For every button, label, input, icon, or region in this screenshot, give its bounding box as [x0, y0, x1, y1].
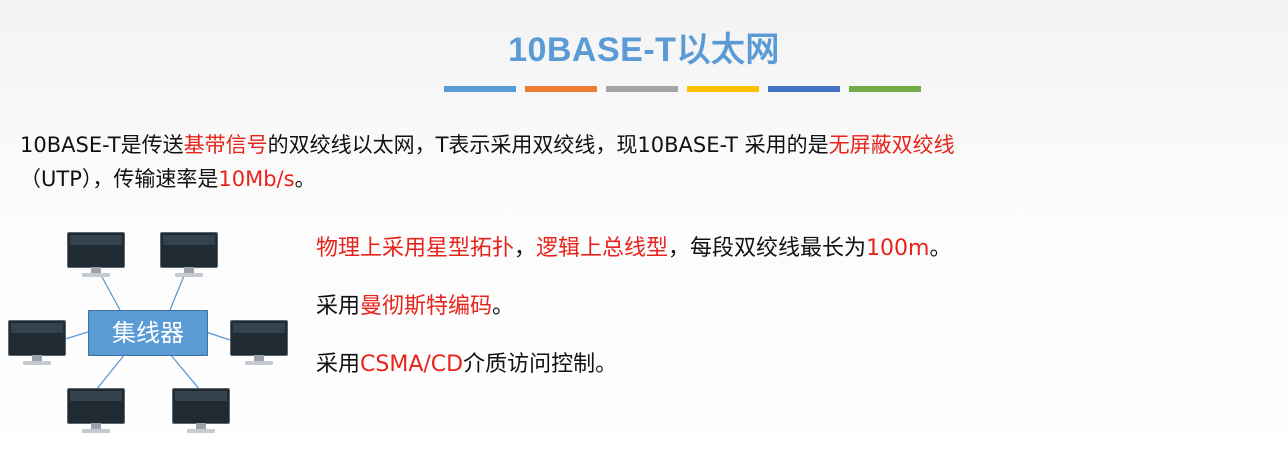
hub-box: 集线器 [88, 310, 208, 356]
feature-list: 物理上采用星型拓扑，逻辑上总线型，每段双绞线最长为100m。 采用曼彻斯特编码。… [316, 232, 952, 406]
feature-highlight: 曼彻斯特编码 [360, 294, 493, 319]
slide-title-prefix: 10BASE-T [508, 31, 677, 69]
computer-icon [160, 232, 218, 278]
intro-highlight: 无屏蔽双绞线 [828, 133, 955, 157]
computer-icon [172, 388, 230, 434]
feature-text: ，每段双绞线最长为 [668, 236, 867, 261]
accent-bar [444, 86, 516, 92]
feature-text: 。 [929, 236, 952, 261]
slide-title-suffix: 以太网 [676, 30, 780, 70]
feature-item: 采用CSMA/CD介质访问控制。 [316, 348, 952, 406]
intro-paragraph: 10BASE-T是传送基带信号的双绞线以太网，T表示采用双绞线，现10BASE-… [20, 128, 1280, 196]
feature-item: 采用曼彻斯特编码。 [316, 290, 952, 348]
feature-highlight: CSMA/CD [360, 352, 464, 377]
feature-text: ， [514, 236, 537, 261]
computer-icon [67, 232, 125, 278]
accent-bar [849, 86, 921, 92]
feature-highlight: 物理上采用星型拓扑 [316, 236, 515, 261]
slide-title: 10BASE-T以太网 [0, 22, 1288, 71]
feature-text: 采用 [316, 352, 361, 377]
feature-text: 介质访问控制。 [463, 352, 618, 377]
feature-highlight: 100m [866, 236, 930, 261]
accent-bar [768, 86, 840, 92]
intro-text: 的双绞线以太网，T表示采用双绞线，现10BASE-T 采用的是 [267, 133, 829, 157]
intro-text: 。 [294, 167, 316, 191]
accent-bar [687, 86, 759, 92]
accent-bar [606, 86, 678, 92]
feature-highlight: 逻辑上总线型 [536, 236, 669, 261]
feature-text: 。 [492, 294, 515, 319]
intro-text: 10BASE-T是传送 [20, 133, 184, 157]
intro-highlight: 基带信号 [183, 133, 268, 157]
feature-item: 物理上采用星型拓扑，逻辑上总线型，每段双绞线最长为100m。 [316, 232, 952, 290]
computer-icon [67, 388, 125, 434]
computer-icon [8, 320, 66, 366]
link-line [95, 353, 126, 391]
accent-bars [444, 86, 921, 92]
computer-icon [230, 320, 288, 366]
feature-text: 采用 [316, 294, 361, 319]
link-line [205, 331, 231, 341]
link-line [169, 353, 201, 391]
accent-bar [525, 86, 597, 92]
intro-text: （UTP），传输速率是 [20, 167, 219, 191]
intro-highlight: 10Mb/s [218, 167, 295, 191]
